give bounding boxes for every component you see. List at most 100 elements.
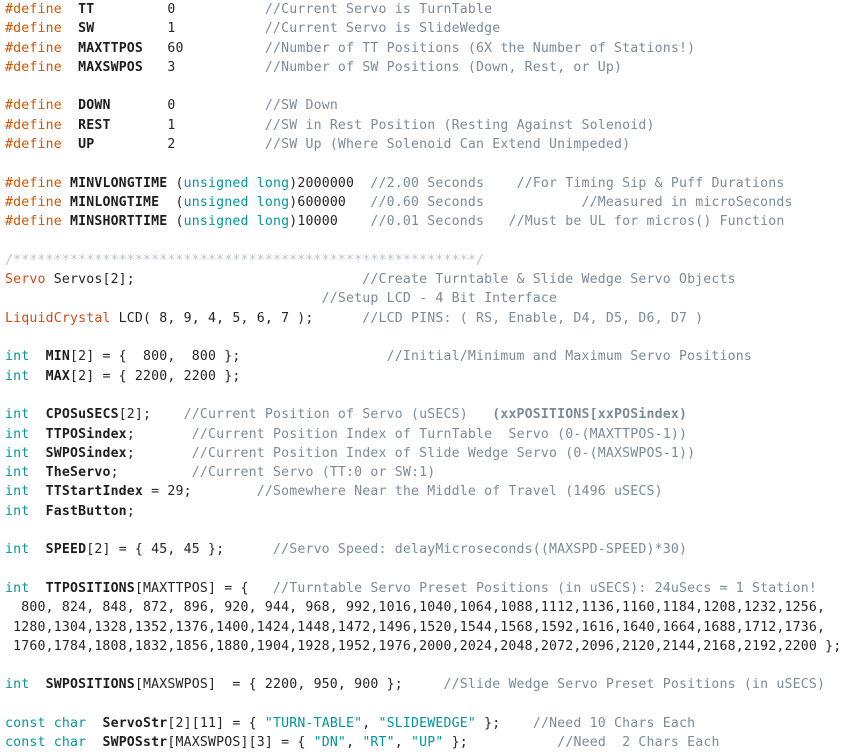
token-plain: 1280,1304,1328,1352,1376,1400,1424,1448,… — [5, 619, 826, 635]
token-plain: ; — [126, 445, 192, 461]
code-line[interactable]: 800, 824, 848, 872, 896, 920, 944, 968, … — [0, 598, 859, 617]
token-comment: //2.00 Seconds //For Timing Sip & Puff D… — [370, 175, 785, 191]
token-identifier: SWPOSITIONS — [45, 677, 135, 693]
code-line[interactable]: 1760,1784,1808,1832,1856,1880,1904,1928,… — [0, 637, 859, 656]
token-plain: ( — [167, 214, 184, 230]
token-preprocessor: #define — [5, 214, 62, 230]
code-line[interactable] — [0, 154, 859, 173]
token-comment: //Turntable Servo Preset Positions (in u… — [272, 580, 817, 596]
code-line[interactable]: #define UP 2 //SW Up (Where Solenoid Can… — [0, 135, 859, 154]
code-line[interactable]: #define MINSHORTTIME (unsigned long)1000… — [0, 212, 859, 231]
code-lines-container: #define TT 0 //Current Servo is TurnTabl… — [0, 0, 859, 753]
code-line[interactable]: int MIN[2] = { 800, 800 }; //Initial/Min… — [0, 347, 859, 366]
token-type: const char — [5, 715, 87, 731]
token-plain: )10000 — [289, 214, 371, 230]
token-plain: 60 — [143, 40, 265, 56]
token-comment: //Servo Speed: delayMicroseconds((MAXSPD… — [272, 542, 688, 558]
code-line[interactable]: int TTPOSITIONS[MAXTTPOS] = { //Turntabl… — [0, 579, 859, 598]
token-type: int — [5, 407, 30, 423]
code-line[interactable] — [0, 521, 859, 540]
token-string-literal: "UP" — [411, 735, 444, 751]
code-line[interactable]: int CPOSuSECS[2]; //Current Position of … — [0, 405, 859, 424]
code-line[interactable]: 1280,1304,1328,1352,1376,1400,1424,1448,… — [0, 618, 859, 637]
token-comment: (xxPOSITIONS[xxPOSindex) — [492, 407, 688, 423]
token-comment: //Initial/Minimum and Maximum Servo Posi… — [386, 349, 753, 365]
token-comment: //Current Servo is TurnTable — [264, 2, 493, 17]
token-comment: //Somewhere Near the Middle of Travel (1… — [256, 484, 663, 500]
token-type: unsigned long — [183, 194, 290, 210]
code-line[interactable] — [0, 656, 859, 675]
token-identifier: UP — [78, 137, 95, 153]
code-line[interactable]: #define MINLONGTIME (unsigned long)60000… — [0, 193, 859, 212]
token-plain: Servos[2]; — [45, 272, 363, 288]
token-plain: [2] = { 45, 45 }; — [86, 542, 273, 558]
code-line[interactable]: #define MAXTTPOS 60 //Number of TT Posit… — [0, 39, 859, 58]
token-plain: [2][11] = { — [167, 715, 265, 731]
token-comment: //Create Turntable & Slide Wedge Servo O… — [362, 272, 736, 288]
code-listing[interactable]: #define TT 0 //Current Servo is TurnTabl… — [0, 0, 859, 750]
code-line[interactable]: #define SW 1 //Current Servo is SlideWed… — [0, 19, 859, 38]
code-line[interactable] — [0, 386, 859, 405]
token-plain: [MAXSWPOS] = { 2200, 950, 900 }; — [134, 677, 444, 693]
code-line[interactable] — [0, 560, 859, 579]
token-plain: [2] = { 2200, 2200 }; — [69, 368, 241, 384]
token-identifier: SW — [78, 21, 95, 37]
code-line[interactable]: const char SWPOSstr[MAXSWPOS][3] = { "DN… — [0, 733, 859, 752]
code-line[interactable]: int MAX[2] = { 2200, 2200 }; — [0, 367, 859, 386]
code-line[interactable]: int SWPOSITIONS[MAXSWPOS] = { 2200, 950,… — [0, 675, 859, 694]
code-line[interactable] — [0, 695, 859, 714]
token-plain: , — [362, 715, 379, 731]
token-plain: ; — [126, 426, 192, 442]
token-comment: //SW in Rest Position (Resting Against S… — [264, 117, 655, 133]
token-plain: , — [394, 735, 412, 751]
code-line[interactable]: #define MINVLONGTIME (unsigned long)2000… — [0, 174, 859, 193]
code-line[interactable] — [0, 232, 859, 251]
token-type: int — [5, 580, 30, 596]
code-line[interactable]: const char ServoStr[2][11] = { "TURN-TAB… — [0, 714, 859, 733]
token-type: int — [5, 542, 30, 558]
code-line[interactable]: #define TT 0 //Current Servo is TurnTabl… — [0, 0, 859, 19]
code-line[interactable]: //Setup LCD - 4 Bit Interface — [0, 289, 859, 308]
token-identifier: MINVLONGTIME — [69, 175, 168, 191]
token-comment: //Current Servo is SlideWedge — [264, 21, 501, 37]
code-line[interactable]: int SPEED[2] = { 45, 45 }; //Servo Speed… — [0, 540, 859, 559]
token-plain: 0 — [94, 2, 265, 17]
code-line[interactable]: int TTStartIndex = 29; //Somewhere Near … — [0, 482, 859, 501]
code-line[interactable]: #define REST 1 //SW in Rest Position (Re… — [0, 116, 859, 135]
token-identifier: MIN — [45, 349, 70, 365]
code-line[interactable] — [0, 77, 859, 96]
token-class: Servo — [5, 272, 46, 288]
token-identifier: TheServo — [45, 465, 111, 481]
token-plain: , — [346, 735, 363, 751]
token-identifier: REST — [78, 117, 111, 133]
code-line[interactable]: Servo Servos[2]; //Create Turntable & Sl… — [0, 270, 859, 289]
token-plain: [MAXTTPOS] = { — [134, 580, 273, 596]
token-plain: LCD( 8, 9, 4, 5, 6, 7 ); — [110, 310, 363, 326]
code-line[interactable] — [0, 328, 859, 347]
token-comment: //0.60 Seconds //Measured in microSecond… — [370, 194, 793, 210]
token-plain: }; — [443, 735, 558, 751]
code-line[interactable]: int FastButton; — [0, 502, 859, 521]
token-preprocessor: #define — [5, 98, 62, 114]
token-type: int — [5, 368, 30, 384]
token-string-literal: "DN" — [313, 735, 347, 751]
code-line[interactable]: int SWPOSindex; //Current Position Index… — [0, 444, 859, 463]
code-line[interactable]: #define DOWN 0 //SW Down — [0, 96, 859, 115]
code-line[interactable]: /***************************************… — [0, 251, 859, 270]
code-line[interactable]: #define MAXSWPOS 3 //Number of SW Positi… — [0, 58, 859, 77]
token-identifier: MAXTTPOS — [78, 40, 144, 56]
code-line[interactable]: int TTPOSindex; //Current Position Index… — [0, 425, 859, 444]
code-line[interactable]: LiquidCrystal LCD( 8, 9, 4, 5, 6, 7 ); /… — [0, 309, 859, 328]
token-identifier: CPOSuSECS — [45, 407, 119, 423]
code-line[interactable]: int TheServo; //Current Servo (TT:0 or S… — [0, 463, 859, 482]
